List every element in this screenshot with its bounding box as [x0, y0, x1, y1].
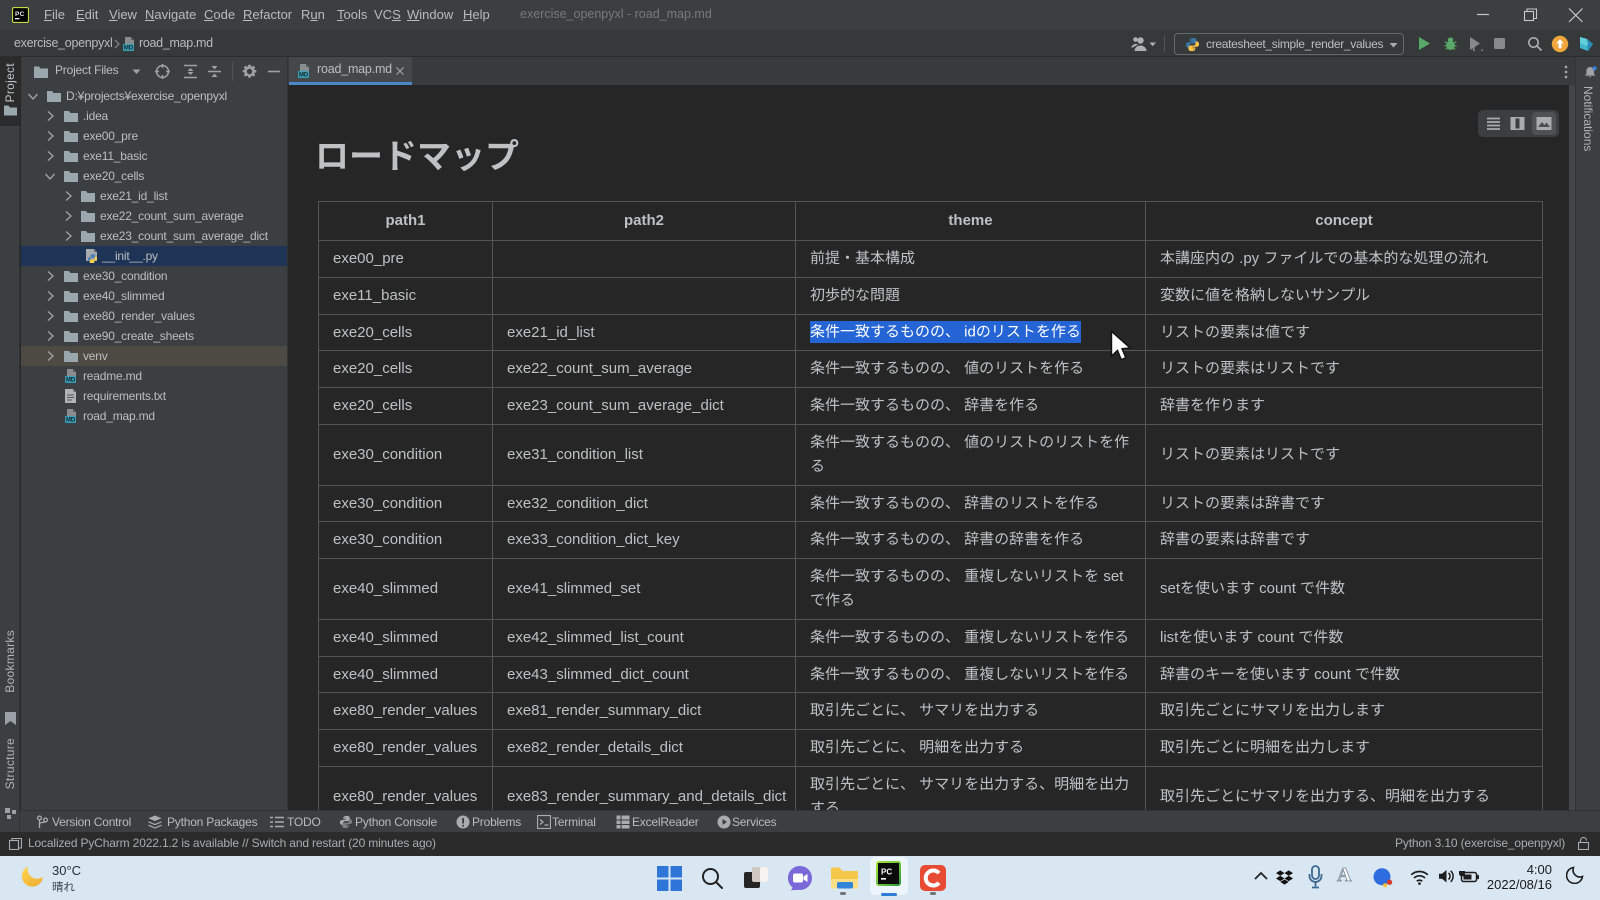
svg-text:MD: MD [124, 46, 134, 52]
svg-text:MD: MD [66, 418, 76, 423]
svg-text:MD: MD [299, 73, 309, 79]
svg-text:PC: PC [15, 11, 25, 18]
svg-text:MD: MD [66, 378, 76, 383]
svg-text:PC: PC [881, 868, 892, 877]
